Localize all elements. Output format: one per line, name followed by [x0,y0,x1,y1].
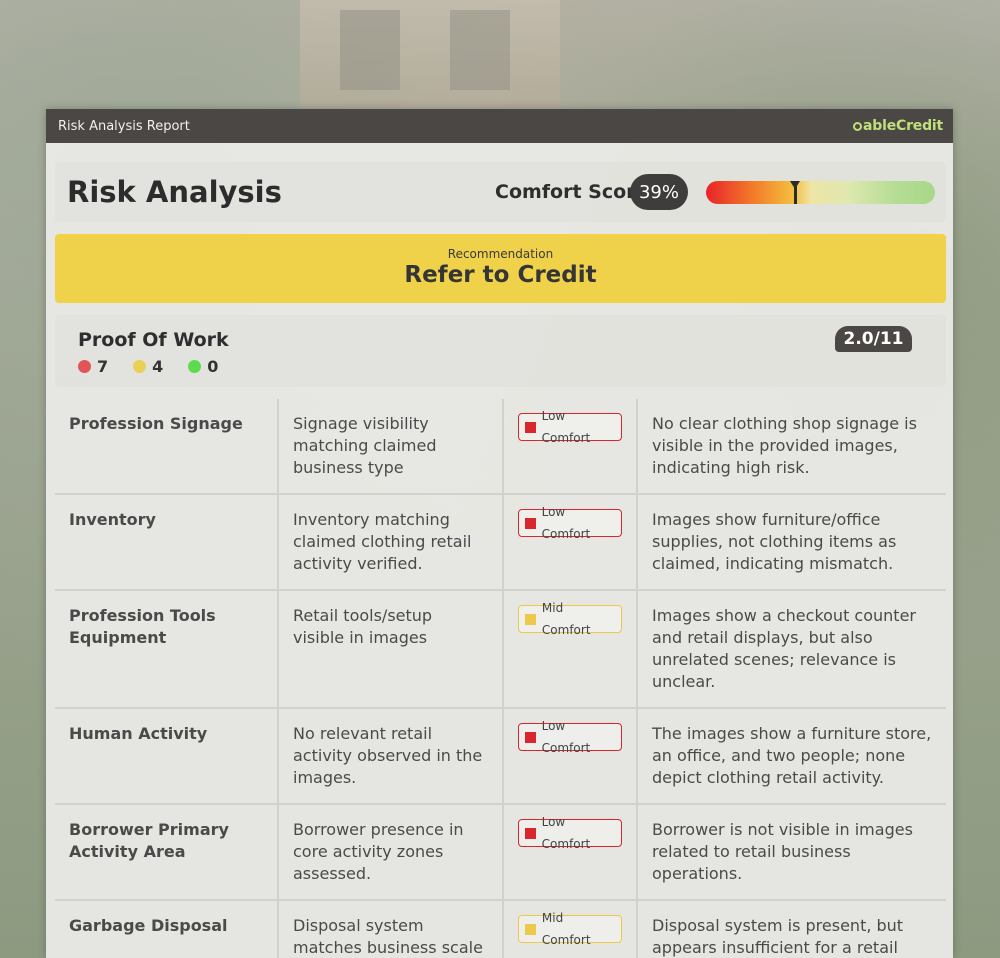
comfort-badge-label: Mid Comfort [541,911,591,947]
criterion-name: Garbage Disposal [55,900,278,958]
proof-of-work-score: 2.0/11 [835,326,912,352]
report-panel: Risk Analysis Report ableCredit Risk Ana… [46,109,953,958]
proof-of-work-counts: 7 4 0 [78,357,243,376]
comfort-badge-label: Low Comfort [541,719,591,755]
comfort-square-icon [525,731,536,743]
proof-of-work-title: Proof Of Work [78,329,229,351]
table-row: Garbage Disposal Disposal system matches … [55,900,946,958]
gauge-marker [790,181,801,204]
risk-header: Risk Analysis Comfort Score 39% [55,162,946,222]
recommendation-value: Refer to Credit [404,262,597,288]
criterion-description: No relevant retail activity observed in … [277,708,503,805]
green-count: 0 [207,357,219,376]
criterion-note: The images show a furniture store, an of… [636,708,946,805]
criterion-name: Human Activity [55,708,278,805]
yellow-dot-icon [133,360,147,373]
recommendation-banner: Recommendation Refer to Credit [55,234,946,303]
recommendation-label: Recommendation [447,247,554,261]
criterion-description: Retail tools/setup visible in images [277,590,503,709]
comfort-square-icon [525,613,536,625]
table-row: Borrower Primary Activity Area Borrower p… [55,804,946,901]
criterion-comfort-cell: Mid Comfort [502,590,637,709]
comfort-score-badge: 39% [630,174,688,210]
comfort-square-icon [525,923,536,935]
comfort-badge-label: Mid Comfort [541,601,591,637]
green-dot-icon [188,360,202,373]
criterion-description: Signage visibility matching claimed busi… [277,399,503,495]
comfort-badge-label: Low Comfort [541,505,591,541]
report-title: Risk Analysis Report [58,118,190,134]
criterion-comfort-cell: Low Comfort [502,494,637,591]
comfort-badge: Low Comfort [518,409,622,445]
criterion-comfort-cell: Low Comfort [502,708,637,805]
report-topbar: Risk Analysis Report ableCredit [46,109,953,143]
criterion-description: Inventory matching claimed clothing reta… [277,494,503,591]
proof-of-work-card: Proof Of Work 7 4 0 2.0/11 [55,315,946,387]
comfort-square-icon [525,827,536,839]
red-count: 7 [97,357,109,376]
criterion-description: Borrower presence in core activity zones… [277,804,503,901]
comfort-badge: Low Comfort [518,505,622,541]
comfort-badge: Low Comfort [518,815,622,851]
comfort-badge: Mid Comfort [518,911,622,947]
comfort-square-icon [525,517,536,529]
table-row: Inventory Inventory matching claimed clot… [55,494,946,591]
criterion-comfort-cell: Low Comfort [502,399,637,495]
comfort-badge-label: Low Comfort [541,815,591,851]
brand-logo-icon [853,121,863,131]
criterion-comfort-cell: Mid Comfort [502,900,637,958]
criterion-name: Inventory [55,494,278,591]
criteria-table: Profession Signage Signage visibility mat… [55,399,946,958]
criterion-description: Disposal system matches business scale a… [277,900,503,958]
comfort-score-gauge [706,181,935,204]
brand-logo[interactable]: ableCredit [853,118,943,134]
comfort-badge-label: Low Comfort [541,409,591,445]
criterion-name: Profession Tools Equipment [55,590,278,709]
table-row: Human Activity No relevant retail activit… [55,708,946,805]
comfort-badge: Low Comfort [518,719,622,755]
criterion-note: Images show furniture/office supplies, n… [636,494,946,591]
criterion-comfort-cell: Low Comfort [502,804,637,901]
comfort-score-label: Comfort Score [495,181,649,203]
table-row: Profession Signage Signage visibility mat… [55,399,946,495]
criterion-name: Borrower Primary Activity Area [55,804,278,901]
criterion-note: Images show a checkout counter and retai… [636,590,946,709]
criterion-note: Borrower is not visible in images relate… [636,804,946,901]
yellow-count: 4 [152,357,164,376]
criterion-note: No clear clothing shop signage is visibl… [636,399,946,495]
red-dot-icon [78,360,91,373]
criterion-name: Profession Signage [55,399,278,495]
page-title: Risk Analysis [67,175,282,209]
background-photo [300,0,560,108]
comfort-badge: Mid Comfort [518,601,622,637]
criterion-note: Disposal system is present, but appears … [636,900,946,958]
comfort-square-icon [525,421,536,433]
brand-name: ableCredit [863,118,943,134]
table-row: Profession Tools Equipment Retail tools/s… [55,590,946,709]
